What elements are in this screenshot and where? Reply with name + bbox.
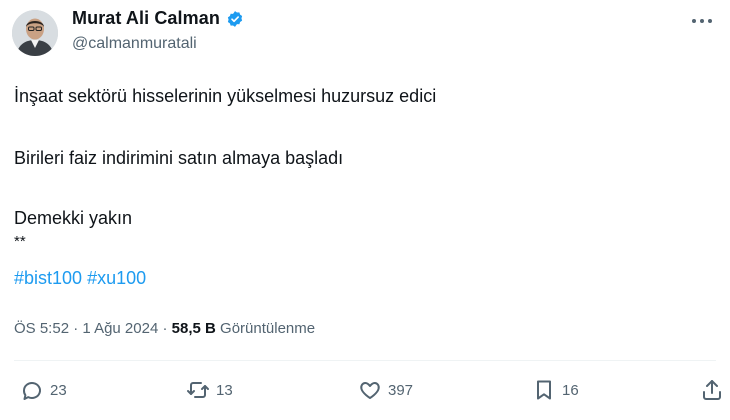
author-display-name[interactable]: Murat Ali Calman [72,8,220,29]
action-bar: 23 13 397 16 [0,378,730,410]
views-count: 58,5 B [171,320,216,337]
author-name-row: Murat Ali Calman [72,8,244,29]
hashtags: #bist100 #xu100 [14,268,146,289]
like-button[interactable]: 397 [358,378,413,402]
hashtag-link[interactable]: #bist100 [14,268,82,288]
avatar[interactable] [12,10,58,56]
tweet-meta: ÖS 5:52 · 1 Ağu 2024 · 58,5 B Görüntülen… [14,320,315,337]
like-icon [360,382,380,399]
bookmark-icon [537,380,551,400]
tweet-line: ** [14,233,26,250]
avatar-image [12,10,58,56]
bookmark-count: 16 [562,381,579,399]
tweet-date[interactable]: 1 Ağu 2024 [82,320,158,337]
tweet-time[interactable]: ÖS 5:52 [14,320,69,337]
tweet-line: Demekki yakın [14,208,133,228]
reply-button[interactable]: 23 [20,378,67,402]
meta-separator: · [73,320,79,337]
bookmark-button[interactable]: 16 [532,378,579,402]
share-button[interactable] [700,378,724,402]
divider [14,360,716,361]
like-count: 397 [388,381,414,399]
tweet-card: Murat Ali Calman @calmanmuratali İnşaat … [0,0,730,420]
share-icon [703,380,721,400]
reply-count: 23 [50,381,67,399]
retweet-button[interactable]: 13 [186,378,233,402]
retweet-icon [187,382,209,398]
reply-icon [23,382,41,400]
views-label: Görüntülenme [220,320,316,337]
verified-badge-icon [226,10,244,28]
author-handle[interactable]: @calmanmuratali [72,35,197,53]
tweet-line: Birileri faiz indirimini satın almaya ba… [14,148,344,168]
retweet-count: 13 [216,381,233,399]
meta-separator: · [162,320,168,337]
hashtag-link[interactable]: #xu100 [87,268,146,288]
more-icon[interactable] [690,14,714,26]
tweet-line: İnşaat sektörü hisselerinin yükselmesi h… [14,86,437,106]
